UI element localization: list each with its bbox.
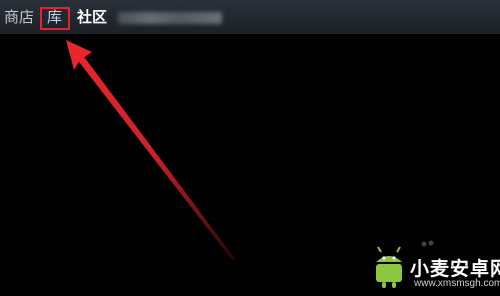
arrow-shaft [76, 54, 236, 260]
android-logo-icon [376, 246, 402, 288]
watermark-title: 小麦安卓网 [410, 258, 500, 280]
watermark-url: www.xmsmsgh.com [414, 278, 500, 289]
watermark: 小麦安卓网 www.xmsmsgh.com [372, 238, 500, 296]
